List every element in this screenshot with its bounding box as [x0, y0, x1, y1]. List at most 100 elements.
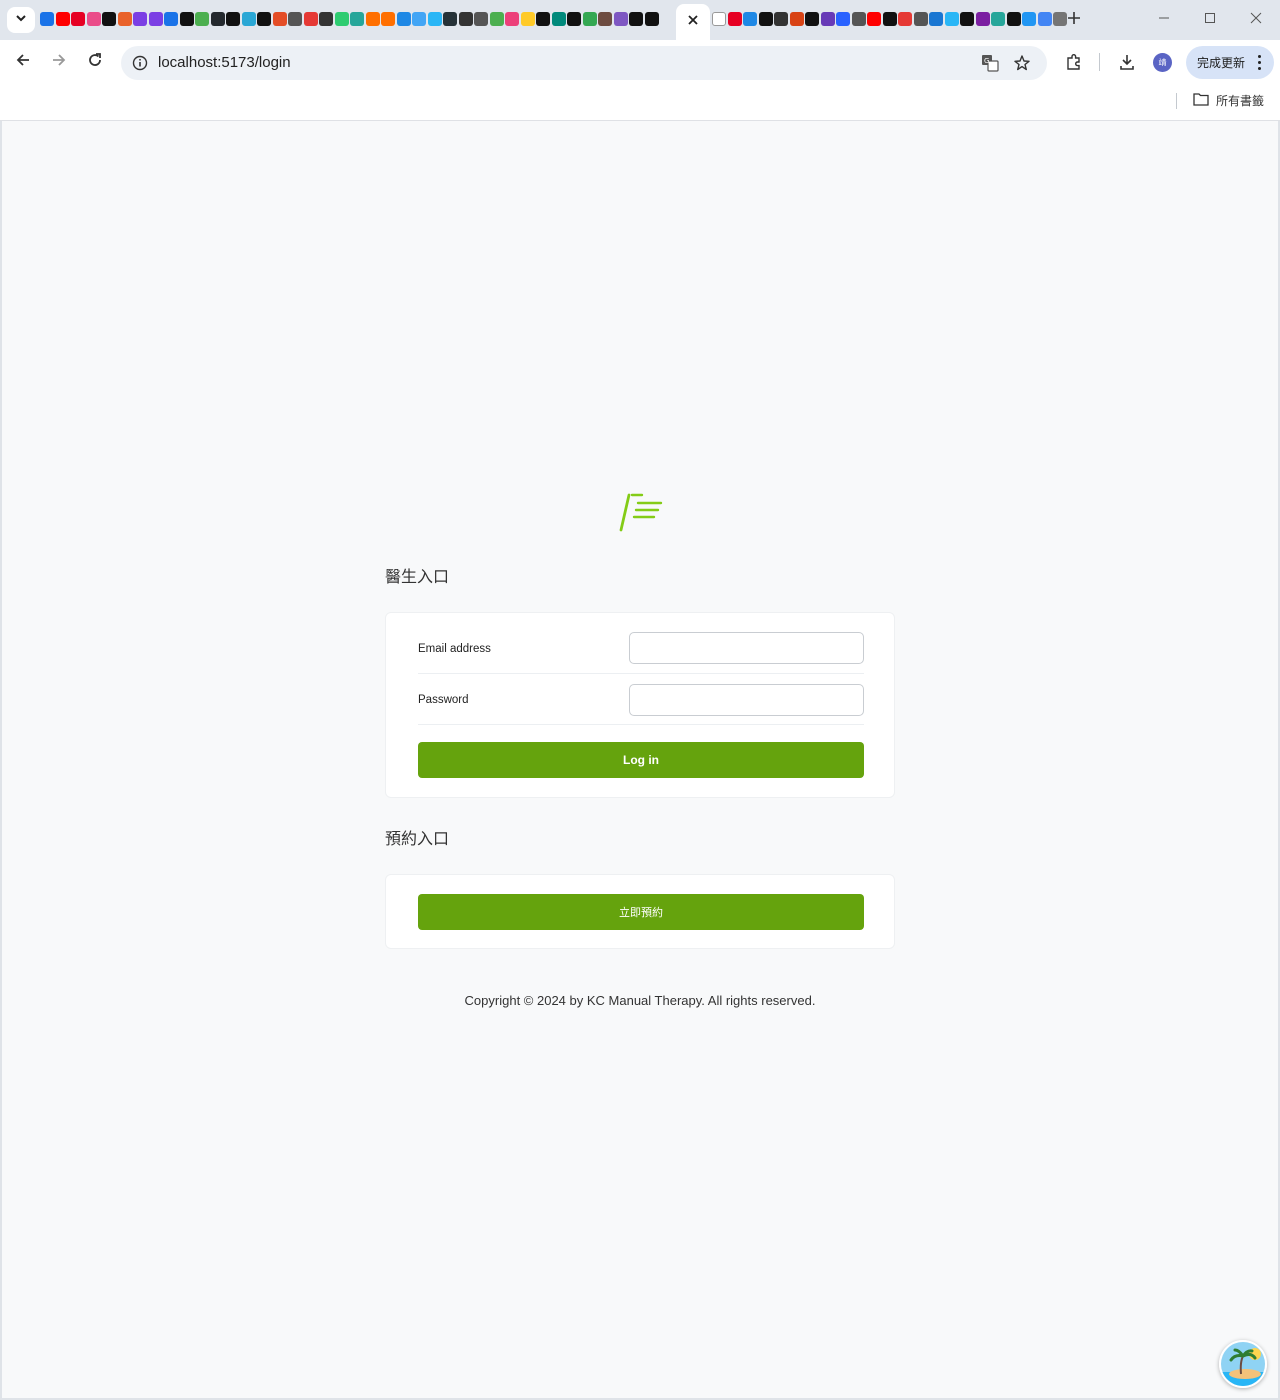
pinned-tab-favicon-icon[interactable] — [1037, 12, 1052, 26]
pinned-tab-favicon-icon[interactable] — [117, 12, 132, 26]
pinned-tab-favicon-icon[interactable] — [867, 12, 881, 26]
all-bookmarks-button[interactable]: 所有書籤 — [1193, 92, 1264, 109]
pinned-tab-favicon-icon[interactable] — [882, 12, 897, 26]
arrow-left-icon — [15, 52, 31, 73]
booking-section-title: 預約入口 — [385, 829, 450, 848]
update-button[interactable]: 完成更新 — [1186, 46, 1274, 79]
pinned-tabs-right — [712, 11, 1067, 29]
new-tab-button[interactable] — [1064, 10, 1084, 30]
login-button[interactable]: Log in — [418, 742, 864, 778]
pinned-tab-favicon-icon[interactable] — [929, 12, 943, 26]
translate-icon[interactable]: G — [980, 53, 1000, 73]
pinned-tab-favicon-icon[interactable] — [944, 12, 959, 26]
pinned-tab-favicon-icon[interactable] — [536, 12, 550, 26]
pinned-tab-favicon-icon[interactable] — [629, 12, 643, 26]
download-icon[interactable] — [1115, 50, 1139, 74]
book-now-button[interactable]: 立即預約 — [418, 894, 864, 930]
pinned-tab-favicon-icon[interactable] — [334, 12, 349, 26]
pinned-tab-favicon-icon[interactable] — [712, 12, 726, 26]
address-bar[interactable]: localhost:5173/login G — [121, 46, 1047, 80]
pinned-tab-favicon-icon[interactable] — [226, 12, 240, 26]
pinned-tab-favicon-icon[interactable] — [164, 12, 178, 26]
pinned-tab-favicon-icon[interactable] — [991, 12, 1005, 26]
pinned-tab-favicon-icon[interactable] — [458, 12, 473, 26]
pinned-tab-favicon-icon[interactable] — [805, 12, 819, 26]
tab-search-button[interactable] — [7, 7, 35, 33]
password-field[interactable] — [629, 684, 864, 716]
minimize-button[interactable] — [1152, 8, 1176, 32]
pinned-tab-favicon-icon[interactable] — [913, 12, 928, 26]
back-button[interactable] — [11, 50, 35, 74]
pinned-tab-favicon-icon[interactable] — [851, 12, 866, 26]
arrow-right-icon — [51, 52, 67, 73]
address-url[interactable]: localhost:5173/login — [158, 54, 291, 71]
bookmark-star-icon[interactable] — [1012, 53, 1032, 73]
pinned-tab-favicon-icon[interactable] — [365, 12, 380, 26]
pinned-tab-favicon-icon[interactable] — [195, 12, 209, 26]
pinned-tab-favicon-icon[interactable] — [820, 12, 835, 26]
pinned-tab-favicon-icon[interactable] — [489, 12, 504, 26]
pinned-tab-favicon-icon[interactable] — [789, 12, 804, 26]
pinned-tab-favicon-icon[interactable] — [55, 12, 70, 26]
minimize-icon — [1158, 11, 1170, 29]
site-info-icon[interactable] — [131, 54, 149, 72]
brand-logo — [619, 493, 665, 533]
update-button-label: 完成更新 — [1197, 56, 1246, 70]
pinned-tab-favicon-icon[interactable] — [241, 12, 256, 26]
pinned-tab-favicon-icon[interactable] — [443, 12, 457, 26]
close-icon — [1250, 11, 1262, 29]
maximize-button[interactable] — [1198, 8, 1222, 32]
pinned-tab-favicon-icon[interactable] — [598, 12, 612, 26]
email-row: Email address — [418, 623, 864, 674]
pinned-tab-favicon-icon[interactable] — [836, 12, 850, 26]
pinned-tab-favicon-icon[interactable] — [898, 12, 912, 26]
close-tab-icon[interactable] — [687, 13, 699, 31]
pinned-tab-favicon-icon[interactable] — [1006, 12, 1021, 26]
bookmarks-bar: 所有書籤 — [0, 84, 1280, 121]
pinned-tab-favicon-icon[interactable] — [644, 12, 659, 26]
pinned-tab-favicon-icon[interactable] — [505, 12, 519, 26]
pinned-tab-favicon-icon[interactable] — [179, 12, 194, 26]
pinned-tab-favicon-icon[interactable] — [474, 12, 488, 26]
pinned-tab-favicon-icon[interactable] — [288, 12, 302, 26]
extensions-icon[interactable] — [1062, 50, 1086, 74]
forward-button[interactable] — [47, 50, 71, 74]
pinned-tab-favicon-icon[interactable] — [567, 12, 581, 26]
pinned-tab-favicon-icon[interactable] — [257, 12, 271, 26]
pinned-tab-favicon-icon[interactable] — [350, 12, 364, 26]
pinned-tab-favicon-icon[interactable] — [148, 12, 163, 26]
pinned-tab-favicon-icon[interactable] — [551, 12, 566, 26]
pinned-tab-favicon-icon[interactable] — [272, 12, 287, 26]
pinned-tab-favicon-icon[interactable] — [582, 12, 597, 26]
active-tab[interactable] — [676, 4, 710, 40]
pinned-tab-favicon-icon[interactable] — [319, 12, 333, 26]
floating-island-badge[interactable] — [1219, 1340, 1267, 1388]
pinned-tab-favicon-icon[interactable] — [86, 12, 101, 26]
pinned-tab-favicon-icon[interactable] — [727, 12, 742, 26]
email-field[interactable] — [629, 632, 864, 664]
pinned-tab-favicon-icon[interactable] — [743, 12, 757, 26]
more-menu-icon — [1258, 55, 1261, 70]
pinned-tab-favicon-icon[interactable] — [303, 12, 318, 26]
pinned-tab-favicon-icon[interactable] — [520, 12, 535, 26]
pinned-tab-favicon-icon[interactable] — [427, 12, 442, 26]
pinned-tab-favicon-icon[interactable] — [1022, 12, 1036, 26]
reload-icon — [87, 52, 103, 73]
pinned-tab-favicon-icon[interactable] — [774, 12, 788, 26]
page-viewport: 醫生入口 Email address Password Log in 預約入口 … — [2, 121, 1278, 1398]
pinned-tab-favicon-icon[interactable] — [960, 12, 974, 26]
reload-button[interactable] — [83, 50, 107, 74]
pinned-tab-favicon-icon[interactable] — [412, 12, 426, 26]
pinned-tab-favicon-icon[interactable] — [975, 12, 990, 26]
pinned-tab-favicon-icon[interactable] — [210, 12, 225, 26]
pinned-tab-favicon-icon[interactable] — [381, 12, 395, 26]
close-window-button[interactable] — [1244, 8, 1268, 32]
pinned-tab-favicon-icon[interactable] — [133, 12, 147, 26]
pinned-tab-favicon-icon[interactable] — [71, 12, 85, 26]
profile-avatar[interactable]: 靖 — [1153, 53, 1172, 72]
pinned-tab-favicon-icon[interactable] — [758, 12, 773, 26]
pinned-tab-favicon-icon[interactable] — [613, 12, 628, 26]
pinned-tab-favicon-icon[interactable] — [396, 12, 411, 26]
pinned-tab-favicon-icon[interactable] — [102, 12, 116, 26]
pinned-tab-favicon-icon[interactable] — [40, 12, 54, 26]
